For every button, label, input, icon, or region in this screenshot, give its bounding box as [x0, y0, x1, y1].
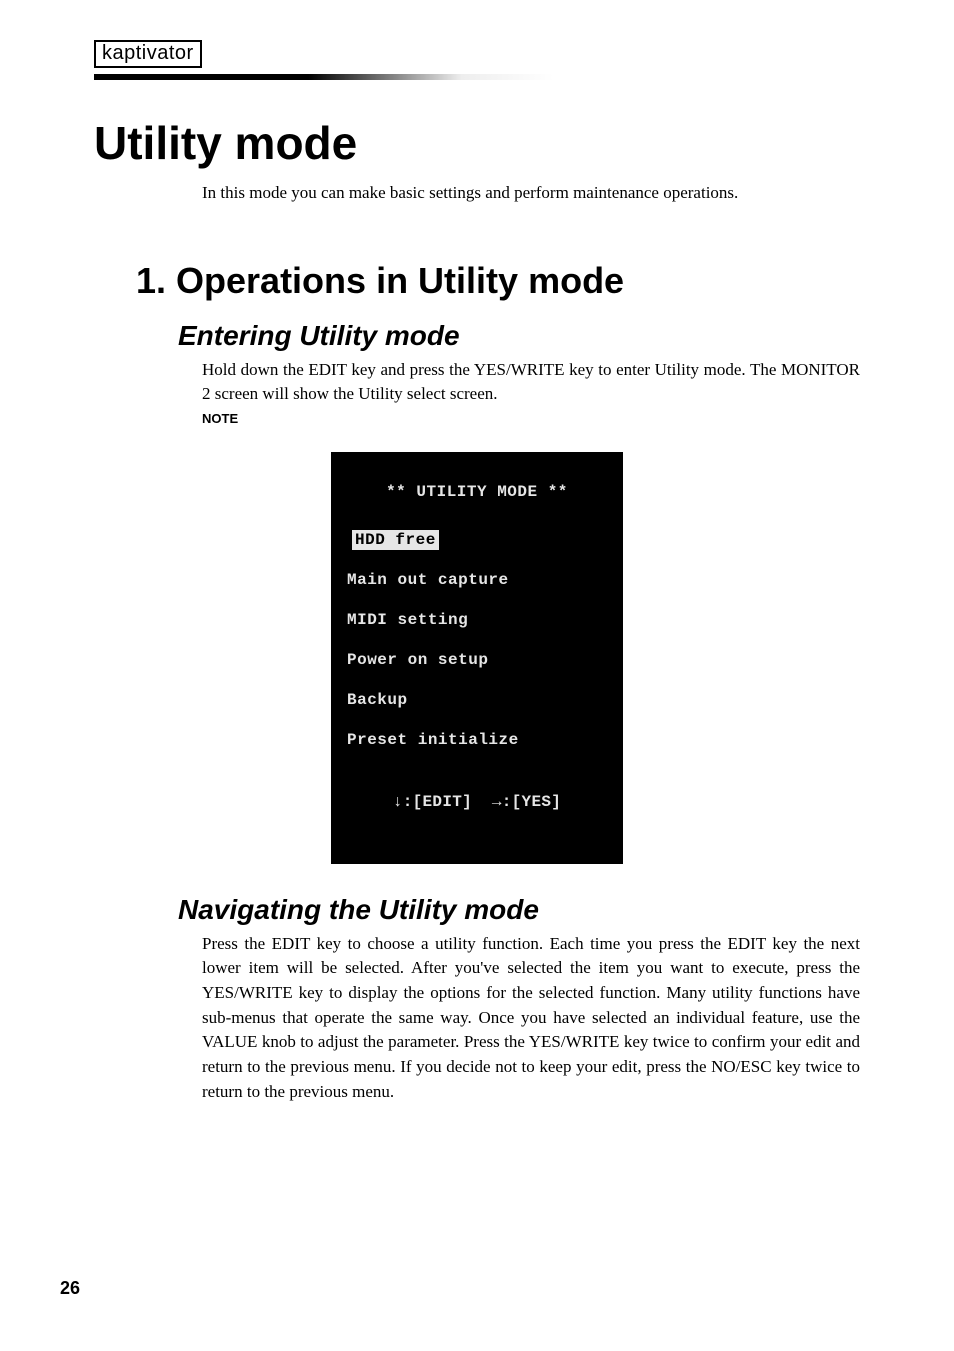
header-rule: [94, 74, 860, 80]
page-title: Utility mode: [94, 116, 860, 170]
subsection-entering-heading: Entering Utility mode: [178, 320, 860, 352]
section-1-heading: 1. Operations in Utility mode: [136, 260, 860, 302]
lcd-item: Main out capture: [339, 570, 615, 590]
brand-text: kaptivator: [94, 40, 202, 68]
intro-paragraph: In this mode you can make basic settings…: [202, 180, 860, 206]
lcd-screenshot: ** UTILITY MODE ** HDD free Main out cap…: [94, 452, 860, 864]
page-number: 26: [60, 1278, 80, 1299]
lcd-item: MIDI setting: [339, 610, 615, 630]
lcd-title: ** UTILITY MODE **: [339, 482, 615, 502]
lcd-item: Preset initialize: [339, 730, 615, 750]
lcd-screen: ** UTILITY MODE ** HDD free Main out cap…: [331, 452, 623, 864]
subsection-navigating-heading: Navigating the Utility mode: [178, 894, 860, 926]
note-label: NOTE: [202, 411, 860, 426]
lcd-selected-item: HDD free: [352, 530, 439, 550]
lcd-footer: ↓:[EDIT] →:[YES]: [339, 792, 615, 812]
lcd-selected-row: HDD free: [339, 530, 615, 550]
lcd-item: Power on setup: [339, 650, 615, 670]
entering-paragraph: Hold down the EDIT key and press the YES…: [202, 358, 860, 407]
navigating-paragraph: Press the EDIT key to choose a utility f…: [202, 932, 860, 1104]
lcd-item: Backup: [339, 690, 615, 710]
brand-box: kaptivator: [94, 40, 860, 68]
